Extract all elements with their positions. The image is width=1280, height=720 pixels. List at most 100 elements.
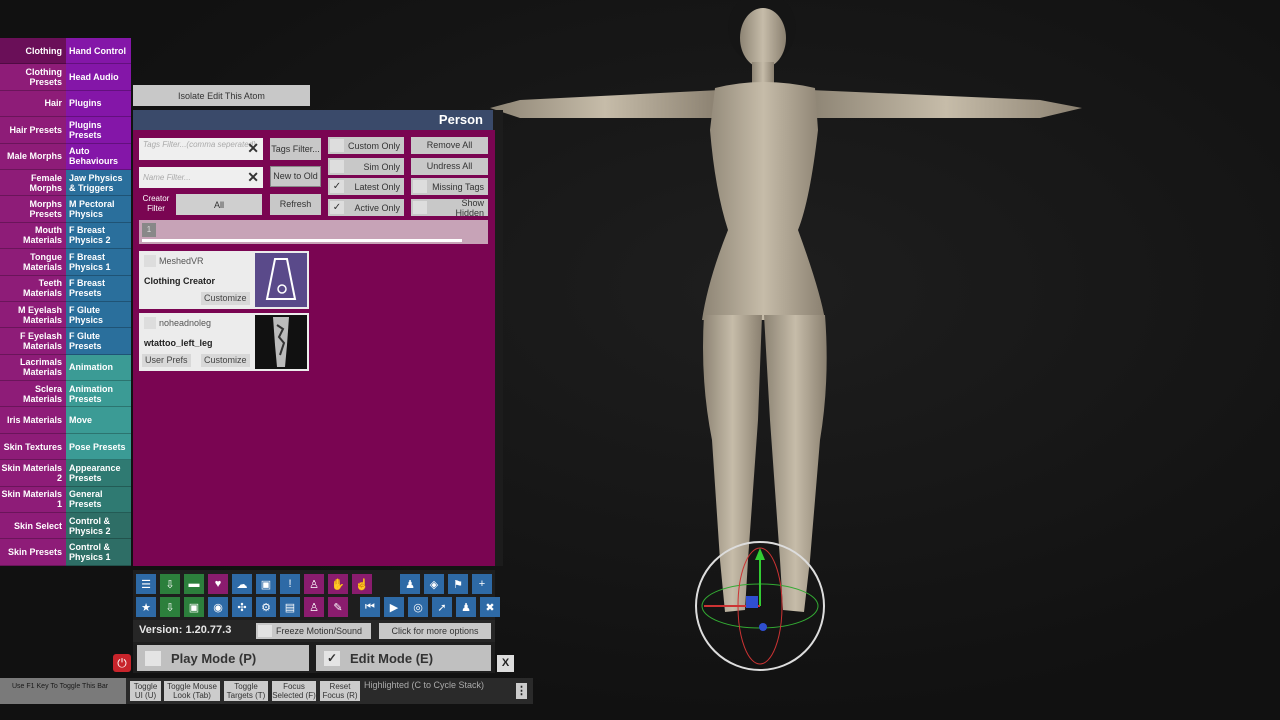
missing-tags-checkbox[interactable]: [413, 180, 427, 193]
show-hidden-checkbox[interactable]: [413, 201, 427, 214]
save-scene-icon[interactable]: ⇩: [160, 574, 180, 594]
tab-skin-materials-2[interactable]: Skin Materials 2: [0, 460, 66, 487]
package-settings-icon[interactable]: ⚙: [256, 597, 276, 617]
tab-morphs-presets[interactable]: Morphs Presets: [0, 196, 66, 223]
tab-lacrimals-materials[interactable]: Lacrimals Materials: [0, 354, 66, 382]
tab-sclera-materials[interactable]: Sclera Materials: [0, 381, 66, 408]
more-menu-icon[interactable]: ⋮: [516, 683, 527, 699]
sort-new-to-old-button[interactable]: New to Old: [270, 166, 321, 187]
tags-filter-button[interactable]: Tags Filter...: [270, 138, 321, 160]
tab-tongue-materials[interactable]: Tongue Materials: [0, 249, 66, 276]
person-status-icon[interactable]: ♙: [304, 574, 324, 594]
info-icon[interactable]: !: [280, 574, 300, 594]
active-only-toggle[interactable]: ✓ Active Only: [328, 199, 404, 216]
tab-auto-behaviours[interactable]: Auto Behaviours: [66, 143, 131, 170]
people-icon[interactable]: ♟: [456, 597, 476, 617]
tab-pose-presets[interactable]: Pose Presets: [66, 433, 131, 461]
tab-f-glute-presets[interactable]: F Glute Presets: [66, 328, 131, 355]
isolate-edit-atom-button[interactable]: Isolate Edit This Atom: [133, 85, 310, 106]
tab-control-physics-2[interactable]: Control & Physics 2: [66, 513, 131, 540]
menu-icon[interactable]: ☰: [136, 574, 156, 594]
tab-skin-textures[interactable]: Skin Textures: [0, 433, 66, 461]
tags-filter-input[interactable]: Tags Filter...(comma seperated) ✕: [139, 138, 263, 160]
undress-all-button[interactable]: Undress All: [411, 158, 488, 175]
show-hidden-toggle[interactable]: Show Hidden: [411, 198, 488, 218]
custom-only-checkbox[interactable]: [330, 139, 344, 152]
tab-move[interactable]: Move: [66, 407, 131, 434]
power-icon[interactable]: ⏻: [113, 654, 131, 672]
unity-icon[interactable]: ◈: [424, 574, 444, 594]
reset-focus-button[interactable]: Reset Focus (R): [320, 681, 360, 701]
missing-tags-toggle[interactable]: Missing Tags: [411, 178, 488, 195]
open-folder-icon[interactable]: ▬: [184, 574, 204, 594]
flag-icon[interactable]: ⚑: [448, 574, 468, 594]
focus-selected-button[interactable]: Focus Selected (F): [272, 681, 316, 701]
target-icon[interactable]: ◎: [408, 597, 428, 617]
tab-f-breast-physics-1[interactable]: F Breast Physics 1: [66, 249, 131, 276]
clear-name-icon[interactable]: ✕: [247, 169, 259, 185]
customize-button[interactable]: Customize: [201, 354, 250, 367]
tab-f-breast-presets[interactable]: F Breast Presets: [66, 275, 131, 302]
cloud-download-icon[interactable]: ☁: [232, 574, 252, 594]
toggle-ui-button[interactable]: Toggle UI (U): [130, 681, 161, 701]
tab-hair[interactable]: Hair: [0, 90, 66, 118]
customize-button[interactable]: Customize: [201, 292, 250, 305]
tab-appearance-presets[interactable]: Appearance Presets: [66, 460, 131, 487]
tab-female-morphs[interactable]: Female Morphs: [0, 169, 66, 197]
tab-f-eyelash-materials[interactable]: F Eyelash Materials: [0, 328, 66, 355]
freeze-motion-toggle[interactable]: Freeze Motion/Sound: [256, 623, 371, 639]
item-active-checkbox[interactable]: [144, 255, 156, 267]
favorite-icon[interactable]: ★: [136, 597, 156, 617]
tab-head-audio[interactable]: Head Audio: [66, 64, 131, 91]
package-icon[interactable]: ▣: [256, 574, 276, 594]
sim-only-checkbox[interactable]: [330, 160, 344, 173]
tab-animation-presets[interactable]: Animation Presets: [66, 381, 131, 408]
screenshot-folder-icon[interactable]: ▣: [184, 597, 204, 617]
user-prefs-button[interactable]: User Prefs: [142, 354, 191, 367]
cursor-icon[interactable]: ➚: [432, 597, 452, 617]
hub-icon[interactable]: ♥: [208, 574, 228, 594]
more-options-button[interactable]: Click for more options: [379, 623, 491, 639]
network-icon[interactable]: ✣: [232, 597, 252, 617]
tab-teeth-materials[interactable]: Teeth Materials: [0, 275, 66, 302]
tab-skin-select[interactable]: Skin Select: [0, 513, 66, 540]
tab-plugins-presets[interactable]: Plugins Presets: [66, 117, 131, 144]
tab-plugins[interactable]: Plugins: [66, 90, 131, 118]
active-only-checkbox[interactable]: ✓: [330, 201, 344, 214]
clothing-item-card[interactable]: noheadnoleg wtattoo_left_leg User Prefs …: [139, 313, 309, 371]
tab-m-pectoral-physics[interactable]: M Pectoral Physics: [66, 196, 131, 223]
skip-back-icon[interactable]: ⏮: [360, 597, 380, 617]
page-button[interactable]: 1: [142, 223, 156, 237]
tab-control-physics-1[interactable]: Control & Physics 1: [66, 539, 131, 566]
clear-tags-icon[interactable]: ✕: [247, 140, 259, 156]
latest-only-toggle[interactable]: ✓ Latest Only: [328, 178, 404, 195]
tab-clothing-presets[interactable]: Clothing Presets: [0, 64, 66, 91]
person-settings-icon[interactable]: ♙: [304, 597, 324, 617]
toggle-mouse-look-button[interactable]: Toggle Mouse Look (Tab): [164, 681, 220, 701]
document-icon[interactable]: ▤: [280, 597, 300, 617]
tab-animation[interactable]: Animation: [66, 354, 131, 382]
play-icon[interactable]: ▶: [384, 597, 404, 617]
clothing-item-card[interactable]: MeshedVR Clothing Creator Customize: [139, 251, 309, 309]
tab-hair-presets[interactable]: Hair Presets: [0, 117, 66, 144]
add-icon[interactable]: +: [472, 574, 492, 594]
hand-icon[interactable]: ✋: [328, 574, 348, 594]
tab-general-presets[interactable]: General Presets: [66, 486, 131, 514]
viewport-figure[interactable]: [480, 0, 1100, 680]
grab-icon[interactable]: ☝: [352, 574, 372, 594]
tools-icon[interactable]: ✖: [480, 597, 500, 617]
tab-jaw-physics-triggers[interactable]: Jaw Physics & Triggers: [66, 169, 131, 197]
name-filter-input[interactable]: Name Filter... ✕: [139, 167, 263, 188]
item-active-checkbox[interactable]: [144, 317, 156, 329]
latest-only-checkbox[interactable]: ✓: [330, 180, 344, 193]
tab-skin-presets[interactable]: Skin Presets: [0, 539, 66, 566]
save-as-icon[interactable]: ⇩: [160, 597, 180, 617]
edit-mode-button[interactable]: ✓ Edit Mode (E): [316, 645, 491, 671]
tab-clothing[interactable]: Clothing: [0, 38, 66, 65]
sim-only-toggle[interactable]: Sim Only: [328, 158, 404, 175]
tab-m-eyelash-materials[interactable]: M Eyelash Materials: [0, 301, 66, 329]
tab-f-breast-physics-2[interactable]: F Breast Physics 2: [66, 222, 131, 250]
tab-iris-materials[interactable]: Iris Materials: [0, 407, 66, 434]
play-mode-button[interactable]: Play Mode (P): [137, 645, 309, 671]
tab-hand-control[interactable]: Hand Control: [66, 38, 131, 65]
